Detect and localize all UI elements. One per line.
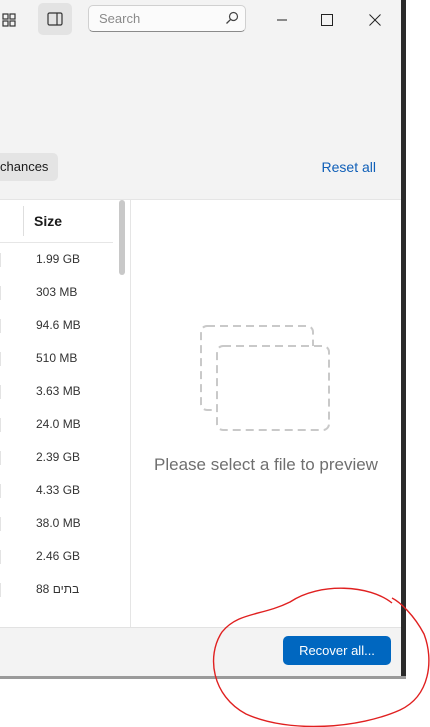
file-size: 3.63 MB: [36, 384, 81, 398]
row-divider: [0, 319, 1, 333]
table-row[interactable]: 1.99 GB: [0, 243, 113, 276]
file-size: 4.33 GB: [36, 483, 81, 497]
size-column-header[interactable]: Size: [34, 213, 62, 229]
file-size: 88 בתים: [36, 582, 80, 596]
file-size: 2.39 GB: [36, 450, 81, 464]
maximize-button[interactable]: [307, 8, 347, 32]
row-divider: [0, 451, 1, 465]
row-divider: [0, 583, 1, 597]
search-box[interactable]: [88, 5, 246, 32]
file-size: 38.0 MB: [36, 516, 81, 530]
footer-bar: Recover all...: [0, 627, 401, 676]
grid-icon[interactable]: [0, 8, 22, 32]
table-row[interactable]: 24.0 MB: [0, 408, 113, 441]
reset-all-link[interactable]: Reset all: [322, 159, 376, 175]
row-divider: [0, 517, 1, 531]
column-divider[interactable]: [23, 206, 24, 236]
list-header: Size: [0, 200, 113, 243]
table-row[interactable]: 88 בתים: [0, 573, 113, 606]
row-divider: [0, 550, 1, 564]
table-row[interactable]: 3.63 MB: [0, 375, 113, 408]
row-divider: [0, 352, 1, 366]
row-divider: [0, 385, 1, 399]
preview-placeholder-icon: [200, 325, 330, 431]
row-divider: [0, 286, 1, 300]
file-size: 94.6 MB: [36, 318, 81, 332]
maximize-icon: [321, 14, 333, 26]
close-button[interactable]: [355, 8, 395, 32]
results-area: Size 1.99 GB 303 MB 94.6 MB 510 MB 3.63 MB 24…: [0, 199, 401, 627]
search-input[interactable]: [89, 6, 229, 31]
file-list: Size 1.99 GB 303 MB 94.6 MB 510 MB 3.63 MB 24…: [0, 200, 131, 627]
search-icon[interactable]: [225, 11, 239, 25]
recover-all-button[interactable]: Recover all...: [283, 636, 391, 665]
table-row[interactable]: 510 MB: [0, 342, 113, 375]
file-rows: 1.99 GB 303 MB 94.6 MB 510 MB 3.63 MB 24.0 MB…: [0, 243, 113, 606]
row-divider: [0, 253, 1, 267]
list-scrollbar[interactable]: [119, 200, 125, 275]
row-divider: [0, 484, 1, 498]
table-row[interactable]: 38.0 MB: [0, 507, 113, 540]
file-size: 303 MB: [36, 285, 78, 299]
minimize-button[interactable]: [262, 8, 302, 32]
file-size: 1.99 GB: [36, 252, 81, 266]
window-border-bottom: [0, 676, 406, 679]
row-divider: [0, 418, 1, 432]
table-row[interactable]: 94.6 MB: [0, 309, 113, 342]
app-window: chances Reset all Size 1.99 GB 303 MB 94.6…: [0, 0, 401, 676]
table-row[interactable]: 2.39 GB: [0, 441, 113, 474]
title-bar: [0, 0, 401, 40]
table-row[interactable]: 4.33 GB: [0, 474, 113, 507]
panel-toggle-icon: [47, 12, 63, 26]
close-icon: [369, 14, 381, 26]
table-row[interactable]: 2.46 GB: [0, 540, 113, 573]
file-size: 24.0 MB: [36, 417, 81, 431]
filter-bar: chances Reset all: [0, 150, 401, 186]
file-size: 2.46 GB: [36, 549, 81, 563]
preview-pane: Please select a file to preview: [131, 200, 401, 627]
filter-chip[interactable]: chances: [0, 153, 59, 181]
panel-toggle-button[interactable]: [38, 3, 72, 35]
preview-message: Please select a file to preview: [154, 455, 378, 474]
minimize-icon: [277, 19, 287, 21]
window-border-right: [401, 0, 406, 676]
table-row[interactable]: 303 MB: [0, 276, 113, 309]
file-size: 510 MB: [36, 351, 78, 365]
